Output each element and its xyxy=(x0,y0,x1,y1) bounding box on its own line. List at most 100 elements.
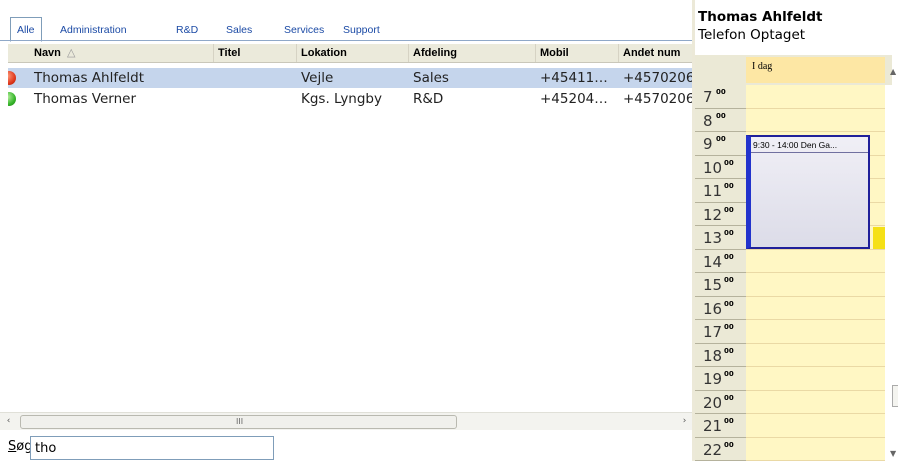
cell-name: Thomas Ahlfeldt xyxy=(34,70,145,86)
cell-other-number: +4570206 xyxy=(623,70,695,86)
minute-label: 00 xyxy=(724,276,734,284)
table-row[interactable]: Thomas Ahlfeldt Vejle Sales +45411… +457… xyxy=(8,68,695,88)
hour-label: 12 xyxy=(703,205,723,224)
calendar-hour-13: 13 00 xyxy=(695,226,746,250)
calendar-hour-10: 10 00 xyxy=(695,155,746,179)
hour-label: 15 xyxy=(703,276,723,294)
cell-title xyxy=(214,89,297,109)
cell-mobile: +45411… xyxy=(540,70,608,86)
calendar-slot[interactable] xyxy=(746,249,885,273)
column-header-navn[interactable]: Navn △ xyxy=(30,44,214,62)
minute-label: 00 xyxy=(724,229,734,237)
cell-department: R&D xyxy=(413,91,444,107)
tab-sales[interactable]: Sales xyxy=(226,19,252,41)
minute-label: 00 xyxy=(724,323,734,331)
hour-label: 10 xyxy=(703,158,723,177)
minute-label: 00 xyxy=(724,252,734,261)
calendar-hour-14: 14 00 xyxy=(695,249,746,273)
calendar-hour-11: 11 00 xyxy=(695,179,746,203)
calendar-scrollbar[interactable]: ▲ ▼ xyxy=(890,55,898,461)
calendar-hour-21: 21 00 xyxy=(695,414,746,438)
hour-label: 11 xyxy=(703,182,723,200)
calendar-slot[interactable] xyxy=(746,414,885,438)
calendar-slot[interactable] xyxy=(746,390,885,414)
hour-label: 21 xyxy=(703,417,723,435)
hour-label: 18 xyxy=(703,346,723,365)
minute-label: 00 xyxy=(716,135,726,143)
calendar-slot[interactable] xyxy=(746,273,885,297)
table-row[interactable]: Thomas Verner Kgs. Lyngby R&D +45204… +4… xyxy=(8,89,695,109)
hour-label: 20 xyxy=(703,393,723,412)
calendar-hour-18: 18 00 xyxy=(695,343,746,367)
calendar-grid: 22 00 21 00 20 00 19 00 18 00 17 00 16 00 15 00 14 00 13 00… xyxy=(695,85,892,461)
grip-icon: III xyxy=(236,417,244,426)
hour-label: 13 xyxy=(703,229,723,247)
sort-ascending-icon: △ xyxy=(66,47,76,59)
calendar-slot[interactable] xyxy=(746,437,885,461)
calendar-appointment[interactable]: 9:30 - 14:00 Den Ga... xyxy=(746,135,870,249)
hour-label: 9 xyxy=(703,135,713,153)
calendar-hour-15: 15 00 xyxy=(695,273,746,297)
tab-strip: Alle Administration R&D Sales Services S… xyxy=(10,17,695,42)
minute-label: 00 xyxy=(724,158,734,167)
scroll-thumb[interactable]: III xyxy=(20,415,457,429)
scroll-right-icon[interactable]: › xyxy=(676,413,693,430)
appointment-divider xyxy=(751,152,868,153)
hour-label: 17 xyxy=(703,323,723,341)
cell-name: Thomas Verner xyxy=(34,91,137,107)
tab-rnd[interactable]: R&D xyxy=(176,19,198,41)
minute-label: 00 xyxy=(724,299,734,308)
tab-support[interactable]: Support xyxy=(343,19,380,41)
hour-label: 19 xyxy=(703,370,723,388)
contact-details-pane: Thomas Ahlfeldt Telefon Optaget I dag 22… xyxy=(695,0,898,461)
contacts-grid: Navn △ Titel Lokation Afdeling Mobil And… xyxy=(8,44,695,422)
appointment-text: 9:30 - 14:00 Den Ga... xyxy=(753,140,838,150)
minute-label: 00 xyxy=(724,417,734,425)
search-input[interactable] xyxy=(30,436,274,460)
tab-baseline xyxy=(0,40,695,41)
tab-administration[interactable]: Administration xyxy=(60,19,127,41)
calendar-hour-20: 20 00 xyxy=(695,390,746,414)
column-header-afdeling[interactable]: Afdeling xyxy=(409,44,536,62)
minute-label: 00 xyxy=(724,182,734,190)
calendar-hour-22: 22 00 xyxy=(695,437,746,461)
calendar-hour-19: 19 00 xyxy=(695,367,746,391)
column-header-andet-nummer[interactable]: Andet num xyxy=(619,44,695,62)
minute-label: 00 xyxy=(724,440,734,449)
calendar-hour-8: 8 00 xyxy=(695,108,746,132)
search-label: Søg xyxy=(8,439,33,454)
scroll-up-icon[interactable]: ▲ xyxy=(890,67,896,76)
horizontal-scrollbar[interactable]: ‹ III › xyxy=(0,412,695,430)
calendar-slot[interactable] xyxy=(746,85,885,109)
minute-label: 00 xyxy=(724,370,734,378)
calendar-hour-9: 9 00 xyxy=(695,132,746,156)
cell-other-number: +4570206 xyxy=(623,91,695,107)
calendar-hour-7: 7 00 xyxy=(695,85,746,109)
calendar-scroll-thumb[interactable] xyxy=(892,385,898,407)
tab-services[interactable]: Services xyxy=(284,19,324,41)
scroll-left-icon[interactable]: ‹ xyxy=(0,413,17,430)
column-header-titel[interactable]: Titel xyxy=(214,44,297,62)
cell-mobile: +45204… xyxy=(540,91,608,107)
tab-alle[interactable]: Alle xyxy=(10,17,42,42)
department-tabs: Alle Administration R&D Sales Services S… xyxy=(0,0,695,44)
column-header-mobil[interactable]: Mobil xyxy=(536,44,619,62)
calendar-hour-12: 12 00 xyxy=(695,202,746,226)
cell-title xyxy=(214,68,297,88)
calendar-hour-16: 16 00 xyxy=(695,296,746,320)
calendar-slot[interactable] xyxy=(746,296,885,320)
calendar-day-label: I dag xyxy=(746,57,885,83)
hour-label: 7 xyxy=(703,88,713,106)
column-label: Navn xyxy=(34,47,61,59)
calendar-header: I dag xyxy=(695,55,892,85)
available-status-icon xyxy=(8,92,16,106)
hour-label: 8 xyxy=(703,111,713,130)
scroll-down-icon[interactable]: ▼ xyxy=(890,449,896,458)
column-header-lokation[interactable]: Lokation xyxy=(297,44,409,62)
calendar-slot[interactable] xyxy=(746,108,885,132)
cell-location: Kgs. Lyngby xyxy=(301,91,382,107)
calendar-slot[interactable] xyxy=(746,320,885,344)
calendar-slot[interactable] xyxy=(746,367,885,391)
calendar-slot[interactable] xyxy=(746,343,885,367)
minute-label: 00 xyxy=(724,346,734,355)
